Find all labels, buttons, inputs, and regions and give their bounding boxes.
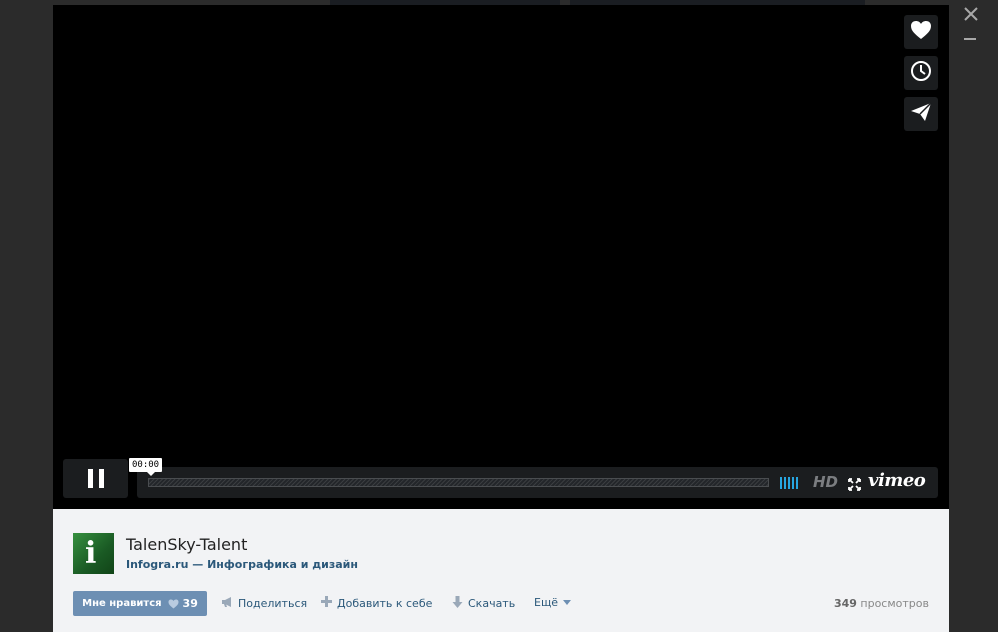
channel-link[interactable]: Infogra.ru — Инфографика и дизайн — [126, 558, 358, 571]
share-label: Поделиться — [238, 597, 308, 610]
share-button[interactable]: Поделиться — [221, 596, 307, 611]
channel-avatar[interactable]: i — [73, 533, 114, 574]
more-menu-button[interactable]: Ещё — [534, 596, 576, 609]
vimeo-logo[interactable]: vimeo — [868, 470, 926, 491]
like-count: 39 — [182, 597, 198, 610]
like-side-button[interactable] — [904, 15, 938, 49]
hd-toggle[interactable]: HD — [813, 473, 838, 491]
download-button[interactable]: Скачать — [452, 596, 515, 611]
time-tooltip: 00:00 — [129, 458, 163, 476]
video-info-panel: i TalenSky-Talent Infogra.ru — Инфографи… — [53, 509, 949, 632]
megaphone-icon — [221, 596, 238, 611]
video-player[interactable]: HD vimeo 00:00 — [53, 5, 949, 509]
player-controls-bar: HD vimeo — [137, 467, 938, 498]
add-label: Добавить к себе — [337, 596, 433, 610]
heart-icon — [910, 20, 932, 44]
download-icon — [452, 596, 468, 611]
chevron-down-icon — [563, 600, 576, 605]
clock-icon — [910, 60, 932, 86]
download-label: Скачать — [468, 597, 516, 610]
view-counter: 349 просмотров — [834, 597, 929, 610]
video-title: TalenSky-Talent — [126, 535, 248, 554]
add-to-mine-button[interactable]: Добавить к себе — [321, 596, 432, 610]
pause-icon — [85, 469, 107, 488]
video-modal: HD vimeo 00:00 i TalenSky-Talent Infogra… — [53, 5, 949, 632]
send-icon — [910, 102, 932, 126]
progress-bar[interactable] — [148, 478, 769, 487]
views-label: просмотров — [860, 597, 929, 610]
share-side-button[interactable] — [904, 97, 938, 131]
plus-icon — [321, 596, 337, 610]
volume-control[interactable] — [780, 477, 798, 489]
like-button-label: Мне нравится — [82, 598, 162, 609]
close-icon[interactable] — [961, 4, 981, 24]
fullscreen-icon[interactable] — [848, 476, 861, 491]
minimize-icon[interactable] — [961, 30, 981, 44]
like-button[interactable]: Мне нравится 39 — [73, 591, 207, 616]
watch-later-button[interactable] — [904, 56, 938, 90]
views-count: 349 — [833, 597, 857, 610]
avatar-logo: i — [85, 536, 97, 571]
heart-icon — [168, 599, 179, 609]
pause-button[interactable] — [63, 459, 128, 498]
more-label: Ещё — [534, 596, 559, 609]
